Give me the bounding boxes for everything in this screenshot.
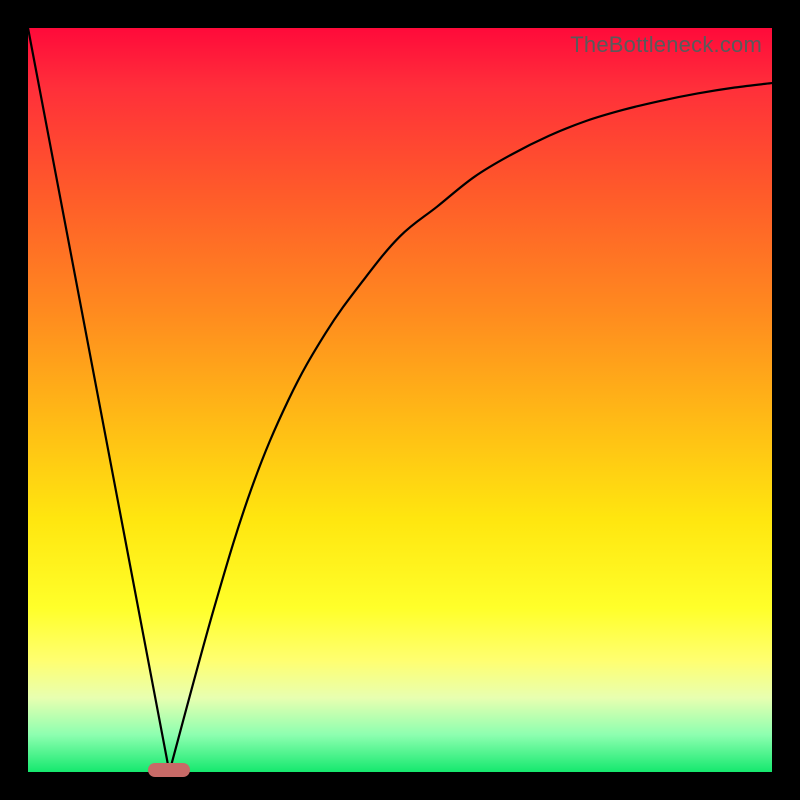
plot-area: TheBottleneck.com <box>28 28 772 772</box>
bottleneck-curve <box>28 28 772 785</box>
curve-layer <box>28 28 772 772</box>
chart-frame: TheBottleneck.com <box>0 0 800 800</box>
optimum-marker <box>148 763 190 777</box>
